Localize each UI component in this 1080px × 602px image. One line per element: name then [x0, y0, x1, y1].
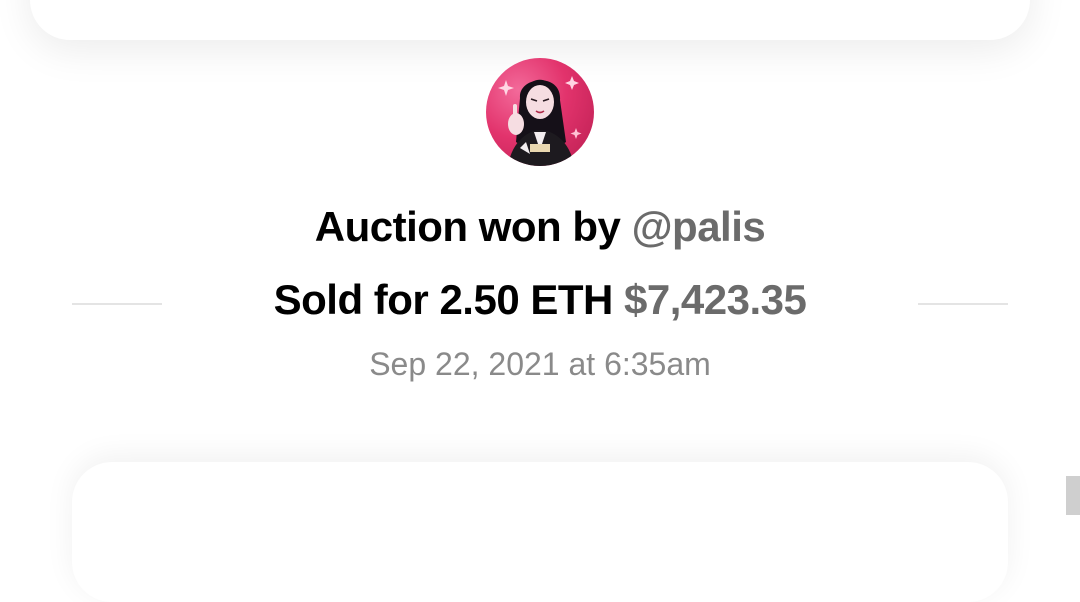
winner-handle-link[interactable]: @palis	[632, 203, 766, 250]
scrollbar-thumb[interactable]	[1066, 476, 1080, 515]
winner-avatar[interactable]	[486, 58, 594, 166]
previous-card	[30, 0, 1030, 40]
avatar-illustration-icon	[498, 76, 582, 166]
auction-winner-line: Auction won by @palis	[0, 203, 1080, 251]
sale-price-line: Sold for 2.50 ETH $7,423.35	[0, 276, 1080, 324]
sale-date: Sep 22, 2021 at 6:35am	[369, 346, 711, 382]
sold-for-label: Sold for	[273, 276, 429, 323]
next-card	[72, 462, 1008, 602]
price-eth: 2.50 ETH	[439, 276, 613, 323]
price-usd: $7,423.35	[624, 276, 807, 323]
won-by-label: Auction won by	[314, 203, 621, 250]
